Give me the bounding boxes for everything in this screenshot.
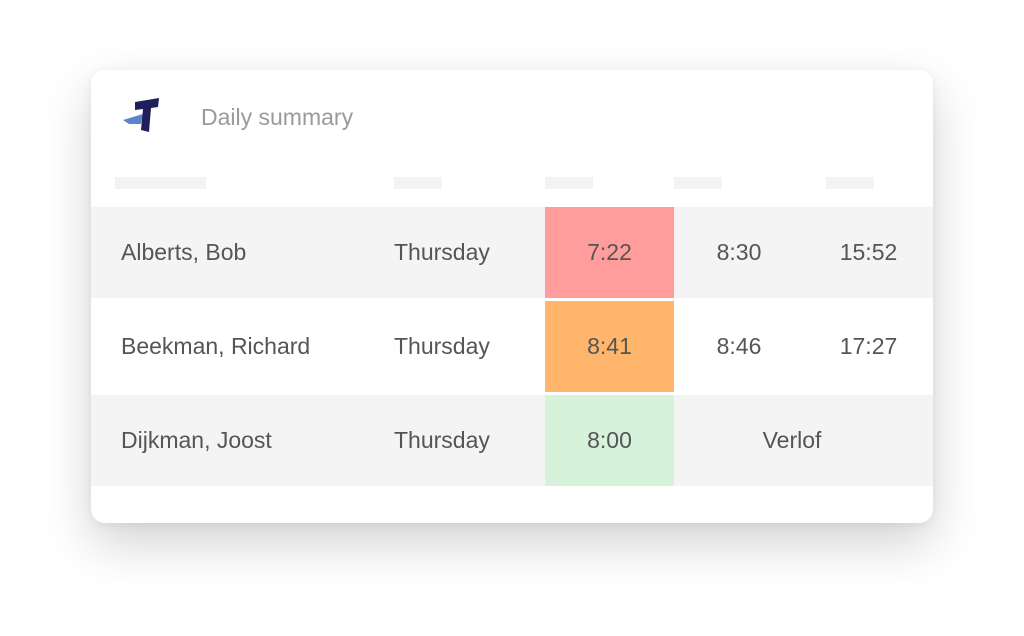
- weekday: Thursday: [394, 427, 490, 453]
- employee-name: Beekman, Richard: [121, 333, 311, 359]
- leave-note: Verlof: [762, 427, 822, 453]
- hours-worked-over: 8:41: [545, 301, 674, 392]
- start-time: 8:46: [716, 333, 762, 359]
- table-row[interactable]: Beekman, Richard Thursday 8:41 8:46 17:2…: [91, 301, 933, 392]
- hours-worked-ok: 8:00: [545, 395, 674, 486]
- end-time: 17:27: [839, 333, 898, 359]
- page-title: Daily summary: [201, 104, 354, 130]
- daily-summary-card: Daily summary Alberts, Bob Thursday 7:22…: [91, 70, 933, 523]
- end-time: 15:52: [839, 239, 898, 265]
- start-time: 8:30: [716, 239, 762, 265]
- hours-worked-under: 7:22: [545, 207, 674, 298]
- card-header: Daily summary: [91, 70, 933, 170]
- table-row[interactable]: Dijkman, Joost Thursday 8:00 Verlof: [91, 395, 933, 486]
- timetracking-t-logo-icon: [123, 98, 159, 132]
- weekday: Thursday: [394, 333, 490, 359]
- employee-name: Dijkman, Joost: [121, 427, 272, 453]
- weekday: Thursday: [394, 239, 490, 265]
- column-header-placeholder-day: [394, 177, 442, 189]
- column-header-placeholder-start: [674, 177, 722, 189]
- column-header-placeholder-name: [115, 177, 206, 189]
- column-header-placeholder-end: [826, 177, 874, 189]
- column-header-placeholder-hours: [545, 177, 593, 189]
- employee-name: Alberts, Bob: [121, 239, 247, 265]
- table-row[interactable]: Alberts, Bob Thursday 7:22 8:30 15:52: [91, 207, 933, 298]
